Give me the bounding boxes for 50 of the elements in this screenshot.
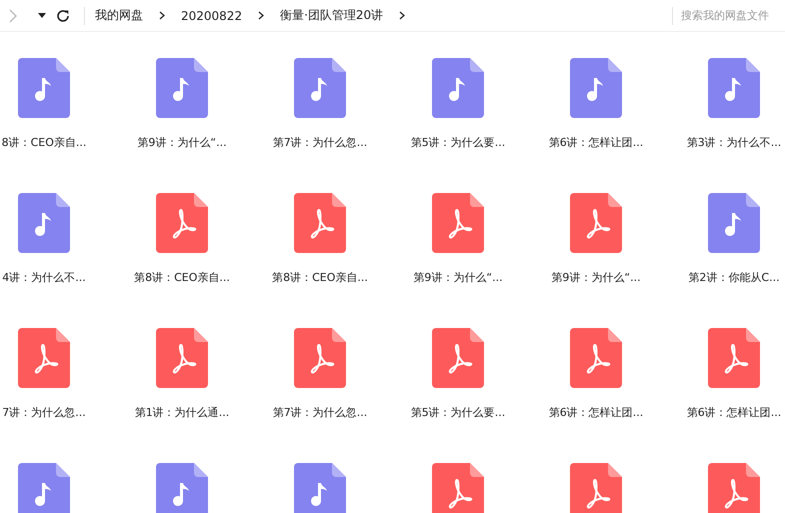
audio-file-icon[interactable] [18, 58, 70, 118]
file-name: 8讲：CEO亲自... [2, 135, 86, 150]
pdf-file-icon[interactable] [708, 328, 760, 388]
audio-file-icon[interactable] [432, 58, 484, 118]
pdf-file-icon[interactable] [156, 328, 208, 388]
chevron-icon [399, 11, 406, 20]
pdf-file-icon[interactable] [570, 463, 622, 513]
file-name: 第5讲：为什么要... [410, 405, 506, 420]
file-name: 第7讲：为什么忽... [272, 405, 368, 420]
chevron-icon [258, 11, 264, 20]
pdf-file-icon[interactable] [156, 193, 208, 253]
file-name: 第8讲：CEO亲自... [272, 270, 368, 285]
audio-file-icon[interactable] [18, 463, 70, 513]
audio-file-icon[interactable] [294, 58, 346, 118]
pdf-file-icon[interactable] [294, 193, 346, 253]
pdf-file-icon[interactable] [570, 328, 622, 388]
file-name: 第9讲：为什么“... [413, 270, 503, 285]
audio-file-icon[interactable] [156, 58, 208, 118]
breadcrumb-link[interactable]: 衡量·团队管理20讲 [280, 7, 384, 24]
audio-file-icon[interactable] [570, 58, 622, 118]
pdf-file-icon[interactable] [18, 328, 70, 388]
pdf-file-icon[interactable] [294, 328, 346, 388]
pdf-file-icon[interactable] [708, 463, 760, 513]
file-name: 第3讲：为什么不... [686, 135, 782, 150]
audio-file-icon[interactable] [156, 463, 208, 513]
refresh-icon[interactable] [56, 8, 70, 22]
pdf-file-icon[interactable] [432, 193, 484, 253]
breadcrumb-link[interactable]: 20200822 [181, 8, 242, 22]
pdf-file-icon[interactable] [432, 463, 484, 513]
file-name: 第7讲：为什么忽... [272, 135, 368, 150]
breadcrumb-link[interactable]: 我的网盘 [95, 7, 143, 24]
file-name: 第6讲：怎样让团... [686, 405, 782, 420]
file-name: 第8讲：CEO亲自... [134, 270, 230, 285]
audio-file-icon[interactable] [18, 193, 70, 253]
pdf-file-icon[interactable] [432, 328, 484, 388]
file-name: 第9讲：为什么“... [551, 270, 641, 285]
audio-file-icon[interactable] [708, 58, 760, 118]
file-name: 7讲：为什么忽... [2, 405, 86, 420]
chevron-icon [159, 11, 165, 20]
file-name: 第5讲：为什么要... [410, 135, 506, 150]
caret-icon[interactable] [38, 13, 46, 18]
file-name: 4讲：为什么不... [2, 270, 86, 285]
pdf-file-icon[interactable] [570, 193, 622, 253]
file-name: 第6讲：怎样让团... [548, 405, 644, 420]
audio-file-icon[interactable] [294, 463, 346, 513]
audio-file-icon[interactable] [708, 193, 760, 253]
file-name: 第9讲：为什么“... [137, 135, 227, 150]
file-name: 第1讲：为什么通... [134, 405, 230, 420]
file-name: 第2讲：你能从C... [688, 270, 780, 285]
file-name: 第6讲：怎样让团... [548, 135, 644, 150]
